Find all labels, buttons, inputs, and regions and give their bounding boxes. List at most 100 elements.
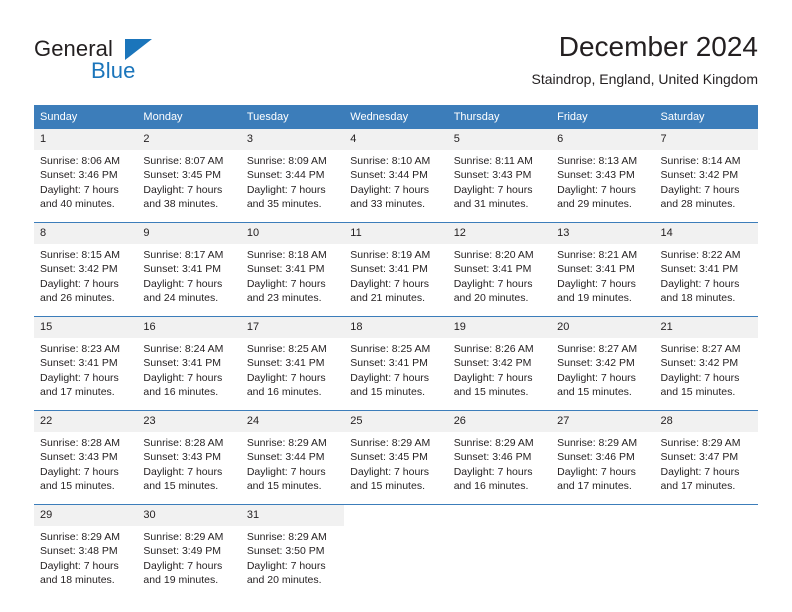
sunset-time: Sunset: 3:42 PM <box>557 357 635 370</box>
calendar-week-row: 22 Sunrise: 8:28 AM Sunset: 3:43 PM Dayligh… <box>34 410 758 505</box>
daylight-duration-line1: Daylight: 7 hours <box>557 183 636 196</box>
calendar-day-cell[interactable]: 9 Sunrise: 8:17 AM Sunset: 3:41 PM Daylight… <box>137 223 241 317</box>
calendar-day-cell[interactable]: 12 Sunrise: 8:20 AM Sunset: 3:41 PM Dayligh… <box>447 223 552 317</box>
daylight-duration-line1: Daylight: 7 hours <box>350 277 430 290</box>
day-details: Sunrise: 8:27 AM Sunset: 3:42 PM Daylight:… <box>655 338 758 410</box>
sunset-time: Sunset: 3:50 PM <box>246 545 325 558</box>
day-number: 27 <box>551 411 655 432</box>
sunset-time: Sunset: 3:44 PM <box>350 169 428 182</box>
daylight-duration-line1: Daylight: 7 hours <box>143 465 223 478</box>
sunset-time: Sunset: 3:41 PM <box>143 357 222 370</box>
calendar-day-cell[interactable]: 26 Sunrise: 8:29 AM Sunset: 3:46 PM Dayligh… <box>447 411 552 505</box>
generalblue-logo[interactable]: General Blue <box>34 36 204 88</box>
day-number: 16 <box>137 317 241 338</box>
day-number: 29 <box>34 505 138 526</box>
daylight-duration-line1: Daylight: 7 hours <box>246 559 326 572</box>
sunrise-time: Sunrise: 8:27 AM <box>660 343 741 355</box>
daylight-duration-line2: and 15 minutes. <box>453 386 529 399</box>
daylight-duration-line1: Daylight: 7 hours <box>143 183 223 196</box>
sunrise-time: Sunrise: 8:09 AM <box>246 155 327 167</box>
daylight-duration-line1: Daylight: 7 hours <box>660 371 740 384</box>
calendar-day-cell[interactable]: 31 Sunrise: 8:29 AM Sunset: 3:50 PM Dayligh… <box>240 505 345 599</box>
calendar-day-cell[interactable]: 6 Sunrise: 8:13 AM Sunset: 3:43 PM Daylight… <box>551 129 655 223</box>
daylight-duration-line1: Daylight: 7 hours <box>453 371 533 384</box>
daylight-duration-line1: Daylight: 7 hours <box>143 371 223 384</box>
sunrise-time: Sunrise: 8:29 AM <box>660 437 741 449</box>
calendar-day-cell[interactable]: 5 Sunrise: 8:11 AM Sunset: 3:43 PM Daylight… <box>447 129 552 223</box>
calendar-day-cell[interactable]: 8 Sunrise: 8:15 AM Sunset: 3:42 PM Daylight… <box>34 223 138 317</box>
calendar-day-cell[interactable]: 4 Sunrise: 8:10 AM Sunset: 3:44 PM Daylight… <box>344 129 448 223</box>
day-number: 15 <box>34 317 138 338</box>
calendar-day-cell[interactable]: 20 Sunrise: 8:27 AM Sunset: 3:42 PM Dayligh… <box>551 317 655 411</box>
calendar-day-cell[interactable]: 30 Sunrise: 8:29 AM Sunset: 3:49 PM Dayligh… <box>137 505 241 599</box>
daylight-duration-line2: and 33 minutes. <box>350 198 425 211</box>
day-details: Sunrise: 8:27 AM Sunset: 3:42 PM Daylight:… <box>551 338 654 410</box>
day-details: Sunrise: 8:10 AM Sunset: 3:44 PM Daylight:… <box>344 150 447 222</box>
calendar-day-cell[interactable]: 13 Sunrise: 8:21 AM Sunset: 3:41 PM Dayligh… <box>551 223 655 317</box>
day-number <box>654 505 758 526</box>
sunrise-time: Sunrise: 8:29 AM <box>453 437 534 449</box>
calendar-day-cell[interactable]: 19 Sunrise: 8:26 AM Sunset: 3:42 PM Dayligh… <box>447 317 552 411</box>
calendar-day-cell[interactable]: 18 Sunrise: 8:25 AM Sunset: 3:41 PM Dayligh… <box>344 317 448 411</box>
day-details: Sunrise: 8:15 AM Sunset: 3:42 PM Daylight:… <box>34 244 137 316</box>
calendar-day-cell[interactable]: 29 Sunrise: 8:29 AM Sunset: 3:48 PM Dayligh… <box>34 505 138 599</box>
calendar-day-cell[interactable]: 22 Sunrise: 8:28 AM Sunset: 3:43 PM Dayligh… <box>34 411 138 505</box>
day-details: Sunrise: 8:22 AM Sunset: 3:41 PM Daylight:… <box>655 244 758 316</box>
sunrise-time: Sunrise: 8:28 AM <box>143 437 224 449</box>
day-details: Sunrise: 8:29 AM Sunset: 3:44 PM Daylight:… <box>241 432 344 504</box>
day-details: Sunrise: 8:18 AM Sunset: 3:41 PM Daylight:… <box>241 244 344 316</box>
day-details <box>344 526 447 598</box>
calendar-day-cell[interactable]: 28 Sunrise: 8:29 AM Sunset: 3:47 PM Dayligh… <box>654 411 758 505</box>
title-block: December 2024 Staindrop, England, United… <box>532 30 758 89</box>
day-number: 4 <box>344 129 448 150</box>
calendar-day-cell[interactable]: 14 Sunrise: 8:22 AM Sunset: 3:41 PM Dayligh… <box>654 223 758 317</box>
calendar-day-cell[interactable]: 25 Sunrise: 8:29 AM Sunset: 3:45 PM Dayligh… <box>344 411 448 505</box>
calendar-day-cell[interactable]: 10 Sunrise: 8:18 AM Sunset: 3:41 PM Dayligh… <box>240 223 345 317</box>
sunset-time: Sunset: 3:42 PM <box>453 357 532 370</box>
sunset-time: Sunset: 3:42 PM <box>40 263 118 276</box>
sunset-time: Sunset: 3:41 PM <box>143 263 222 276</box>
sunrise-sunset-calendar: Sunday Monday Tuesday Wednesday Thursday… <box>34 105 758 598</box>
day-details: Sunrise: 8:13 AM Sunset: 3:43 PM Daylight:… <box>551 150 654 222</box>
calendar-day-cell[interactable]: 23 Sunrise: 8:28 AM Sunset: 3:43 PM Dayligh… <box>137 411 241 505</box>
day-number: 6 <box>551 129 655 150</box>
day-number <box>447 505 552 526</box>
sunset-time: Sunset: 3:41 PM <box>350 357 428 370</box>
calendar-week-row: 15 Sunrise: 8:23 AM Sunset: 3:41 PM Dayligh… <box>34 316 758 411</box>
daylight-duration-line2: and 15 minutes. <box>350 386 425 399</box>
calendar-day-cell[interactable]: 27 Sunrise: 8:29 AM Sunset: 3:46 PM Dayligh… <box>551 411 655 505</box>
sunrise-time: Sunrise: 8:13 AM <box>557 155 638 167</box>
sunset-time: Sunset: 3:44 PM <box>246 169 325 182</box>
calendar-day-cell[interactable]: 15 Sunrise: 8:23 AM Sunset: 3:41 PM Dayligh… <box>34 317 138 411</box>
calendar-day-cell-empty <box>551 505 655 599</box>
calendar-day-cell[interactable]: 7 Sunrise: 8:14 AM Sunset: 3:42 PM Daylight… <box>654 129 758 223</box>
day-number: 31 <box>240 505 345 526</box>
sunset-time: Sunset: 3:43 PM <box>557 169 635 182</box>
calendar-day-cell[interactable]: 17 Sunrise: 8:25 AM Sunset: 3:41 PM Dayligh… <box>240 317 345 411</box>
calendar-page: General Blue December 2024 Staindrop, En… <box>0 0 792 612</box>
calendar-week-row: 29 Sunrise: 8:29 AM Sunset: 3:48 PM Dayligh… <box>34 504 758 599</box>
daylight-duration-line1: Daylight: 7 hours <box>246 371 326 384</box>
calendar-day-cell[interactable]: 11 Sunrise: 8:19 AM Sunset: 3:41 PM Dayligh… <box>344 223 448 317</box>
calendar-day-cell[interactable]: 16 Sunrise: 8:24 AM Sunset: 3:41 PM Dayligh… <box>137 317 241 411</box>
calendar-day-cell[interactable]: 1 Sunrise: 8:06 AM Sunset: 3:46 PM Daylight… <box>34 129 138 223</box>
sunrise-time: Sunrise: 8:22 AM <box>660 249 741 261</box>
sunrise-time: Sunrise: 8:23 AM <box>40 343 120 355</box>
calendar-day-cell-empty <box>447 505 552 599</box>
page-header: General Blue December 2024 Staindrop, En… <box>34 30 758 92</box>
daylight-duration-line1: Daylight: 7 hours <box>40 371 119 384</box>
sunset-time: Sunset: 3:43 PM <box>143 451 222 464</box>
day-number: 2 <box>137 129 241 150</box>
calendar-day-cell[interactable]: 21 Sunrise: 8:27 AM Sunset: 3:42 PM Dayligh… <box>654 317 758 411</box>
calendar-day-cell-empty <box>654 505 758 599</box>
sunrise-time: Sunrise: 8:29 AM <box>143 531 224 543</box>
sunrise-time: Sunrise: 8:25 AM <box>350 343 431 355</box>
calendar-day-cell[interactable]: 24 Sunrise: 8:29 AM Sunset: 3:44 PM Dayligh… <box>240 411 345 505</box>
sunset-time: Sunset: 3:46 PM <box>453 451 532 464</box>
sunrise-time: Sunrise: 8:18 AM <box>246 249 327 261</box>
calendar-day-cell[interactable]: 2 Sunrise: 8:07 AM Sunset: 3:45 PM Daylight… <box>137 129 241 223</box>
sunrise-time: Sunrise: 8:11 AM <box>453 155 533 167</box>
calendar-day-cell[interactable]: 3 Sunrise: 8:09 AM Sunset: 3:44 PM Daylight… <box>240 129 345 223</box>
sunset-time: Sunset: 3:46 PM <box>40 169 118 182</box>
daylight-duration-line1: Daylight: 7 hours <box>453 183 533 196</box>
